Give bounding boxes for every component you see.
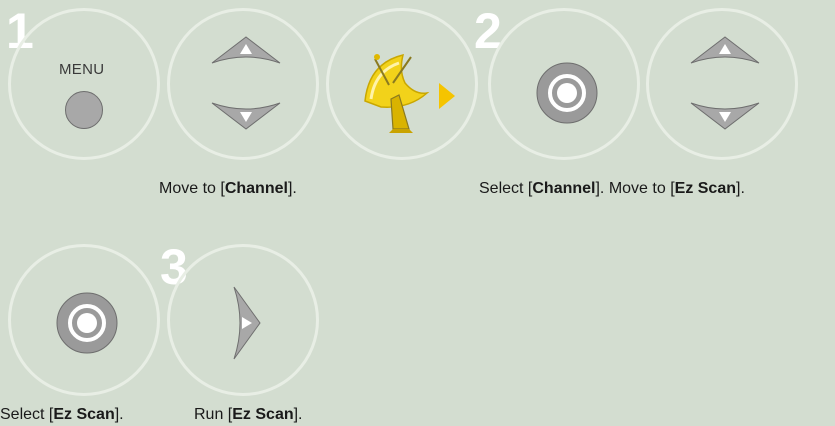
menu-label: MENU [59,61,105,78]
caption-bold: Channel [224,180,288,197]
up-down-panel-2 [646,8,798,160]
ok-button-panel [488,8,640,160]
channel-menu-panel [326,8,478,160]
caption-text: ]. [293,406,303,423]
caption-text: ]. [114,406,124,423]
caption-run-ezscan: Run [Ez Scan]. [194,406,303,424]
menu-button-panel: MENU [8,8,160,160]
caption-bold: Ez Scan [53,406,115,423]
ok-button-icon[interactable] [491,11,643,163]
ok-button-icon[interactable] [11,247,163,399]
caption-text: Move to [ [159,180,225,197]
caption-bold: Ez Scan [232,406,294,423]
right-button-panel [167,244,319,396]
right-arrow-icon [439,83,455,109]
caption-text: ]. [287,180,297,197]
ok-button-panel-3 [8,244,160,396]
caption-select-channel-move-ezscan: Select [Channel]. Move to [Ez Scan]. [479,180,745,198]
up-down-arrow-icon[interactable] [649,11,801,163]
caption-text: ]. [736,180,745,197]
caption-text: Run [ [194,406,233,423]
caption-text: ]. [595,180,609,197]
up-down-arrow-icon[interactable] [170,11,322,163]
satellite-dish-icon [364,53,430,133]
caption-text: Move to [ [608,180,675,197]
caption-text: Select [ [479,180,533,197]
caption-select-ezscan: Select [Ez Scan]. [0,406,124,424]
up-down-panel [167,8,319,160]
menu-button-icon[interactable] [65,91,103,129]
caption-bold: Ez Scan [674,180,736,197]
caption-move-to-channel: Move to [Channel]. [159,180,297,198]
caption-text: Select [ [0,406,54,423]
caption-bold: Channel [532,180,596,197]
right-arrow-icon[interactable] [170,247,322,399]
